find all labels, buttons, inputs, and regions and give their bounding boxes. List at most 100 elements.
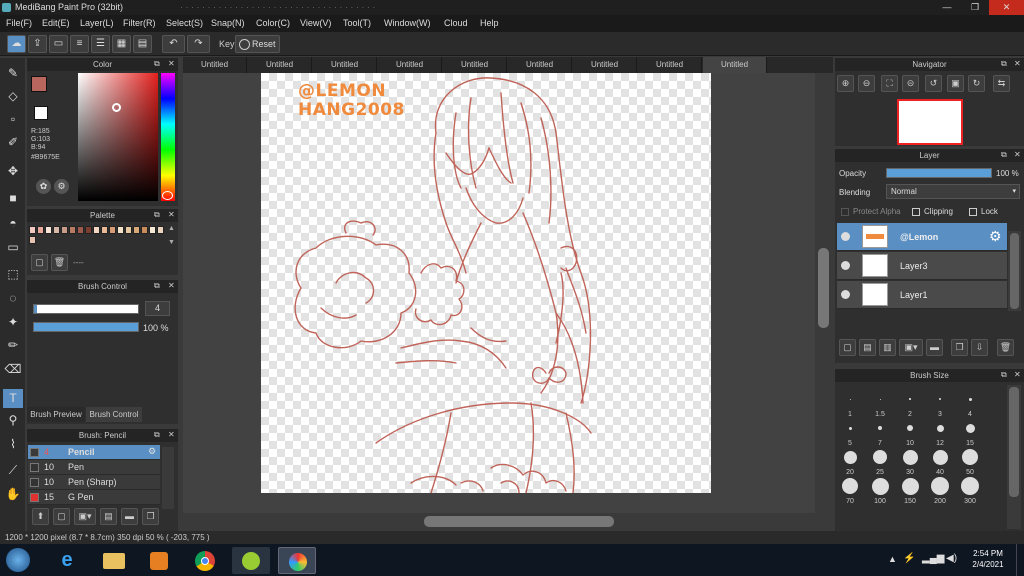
- tab-untitled-9[interactable]: Untitled: [703, 57, 767, 73]
- brush-size-option[interactable]: 150: [895, 475, 925, 505]
- brush-size-option[interactable]: 40: [925, 446, 955, 476]
- palette-swatch[interactable]: [37, 226, 44, 234]
- visibility-eye-icon[interactable]: [841, 290, 850, 299]
- tray-network-icon[interactable]: ⚡: [903, 553, 915, 564]
- brush-size-scrollbar[interactable]: [1007, 385, 1021, 529]
- show-desktop-button[interactable]: [1016, 544, 1024, 576]
- palette-swatch[interactable]: [117, 226, 124, 234]
- menu-filter[interactable]: Filter(R): [123, 18, 156, 28]
- panel-close-icon[interactable]: ✕: [168, 210, 175, 219]
- palette-swatch[interactable]: [29, 226, 36, 234]
- menu-snap[interactable]: Snap(N): [211, 18, 245, 28]
- blending-select[interactable]: Normal ▾: [886, 184, 1020, 199]
- tab-untitled-4[interactable]: Untitled: [378, 57, 442, 73]
- document-icon[interactable]: ≡: [70, 35, 89, 53]
- brush-size-option[interactable]: 200: [925, 475, 955, 505]
- brush-size-option[interactable]: 10: [895, 417, 925, 447]
- tab-untitled-2[interactable]: Untitled: [248, 57, 312, 73]
- delete-palette-icon[interactable]: 🗑: [51, 254, 68, 271]
- delete-layer-icon[interactable]: 🗑: [997, 339, 1014, 356]
- menu-edit[interactable]: Edit(E): [42, 18, 70, 28]
- palette-swatch[interactable]: [125, 226, 132, 234]
- brush-item-pen[interactable]: 10 Pen: [28, 460, 160, 475]
- brush-menu-icon[interactable]: ▣▾: [74, 508, 96, 525]
- duplicate-layer-icon[interactable]: ❐: [951, 339, 968, 356]
- palette-swatch[interactable]: [77, 226, 84, 234]
- lasso-tool-icon[interactable]: ◌: [3, 289, 23, 308]
- palette-swatch[interactable]: [85, 226, 92, 234]
- menu-help[interactable]: Help: [480, 18, 499, 28]
- palette-swatch[interactable]: [101, 226, 108, 234]
- menu-file[interactable]: File(F): [6, 18, 32, 28]
- tab-brush-preview[interactable]: Brush Preview: [27, 407, 85, 422]
- canvas-area[interactable]: @LEMON HANG2008: [183, 73, 833, 531]
- gear-icon[interactable]: ⚙: [148, 446, 156, 457]
- vertical-scroll-thumb[interactable]: [818, 248, 829, 328]
- comment-icon[interactable]: ▭: [49, 35, 68, 53]
- menu-color[interactable]: Color(C): [256, 18, 290, 28]
- share-icon[interactable]: ⇪: [28, 35, 47, 53]
- brush-size-option[interactable]: 100: [865, 475, 895, 505]
- tab-brush-control[interactable]: Brush Control: [86, 407, 142, 422]
- layer-row-lemon[interactable]: @Lemon ⚙: [837, 223, 1007, 251]
- start-button[interactable]: [6, 548, 30, 572]
- gradient-tool-icon[interactable]: ▭: [3, 238, 23, 257]
- reset-view-icon[interactable]: ▣: [947, 75, 964, 92]
- brush-tool-icon[interactable]: ✎: [3, 64, 23, 83]
- new-layer-8bit-icon[interactable]: ▤: [859, 339, 876, 356]
- brush-item-pencil[interactable]: 4 Pencil ⚙: [28, 445, 160, 460]
- palette-swatch[interactable]: [133, 226, 140, 234]
- layer-row-layer1[interactable]: Layer1: [837, 281, 1007, 309]
- saturation-value-picker[interactable]: [78, 73, 158, 201]
- panel-close-icon[interactable]: ✕: [168, 281, 175, 290]
- brush-size-option[interactable]: 20: [835, 446, 865, 476]
- menu-window[interactable]: Window(W): [384, 18, 431, 28]
- brush-opacity-slider[interactable]: [33, 322, 139, 332]
- secondary-color-swatch[interactable]: [34, 106, 48, 120]
- magic-wand-icon[interactable]: ✦: [3, 313, 23, 332]
- duplicate-brush-icon[interactable]: ❐: [142, 508, 159, 525]
- clipping-checkbox[interactable]: [912, 208, 920, 216]
- palette-swatch[interactable]: [61, 226, 68, 234]
- brush-size-value[interactable]: 4: [145, 301, 170, 316]
- brush-size-scroll-thumb[interactable]: [1009, 387, 1019, 497]
- brush-size-option[interactable]: 15: [955, 417, 985, 447]
- tray-chevron-icon[interactable]: ▲: [888, 554, 897, 564]
- brush-size-option[interactable]: 5: [835, 417, 865, 447]
- panel-close-icon[interactable]: ✕: [1014, 150, 1021, 159]
- visibility-eye-icon[interactable]: [841, 232, 850, 241]
- palette-swatch[interactable]: [69, 226, 76, 234]
- tray-clock[interactable]: 2:54 PM 2/4/2021: [966, 548, 1010, 570]
- chrome-icon[interactable]: [186, 547, 224, 574]
- panel-close-icon[interactable]: ✕: [168, 430, 175, 439]
- layer-row-layer3[interactable]: Layer3: [837, 252, 1007, 280]
- palette-swatch[interactable]: [29, 236, 36, 244]
- tab-untitled-8[interactable]: Untitled: [638, 57, 702, 73]
- tab-untitled-6[interactable]: Untitled: [508, 57, 572, 73]
- select-tool-icon[interactable]: ⬚: [3, 265, 23, 284]
- palette-swatch[interactable]: [93, 226, 100, 234]
- close-button[interactable]: ✕: [989, 0, 1024, 15]
- color-settings-icon[interactable]: ⚙: [54, 179, 69, 194]
- hue-cursor[interactable]: [162, 191, 173, 200]
- select-pen-icon[interactable]: ✏: [3, 336, 23, 355]
- panel-float-icon[interactable]: ⧉: [154, 281, 160, 291]
- new-layer-icon[interactable]: ▢: [839, 339, 856, 356]
- tray-signal-icon[interactable]: ▂▄▆: [922, 553, 944, 564]
- fill-tool-icon[interactable]: ◓: [3, 214, 23, 233]
- panel-float-icon[interactable]: ⧉: [1001, 150, 1007, 160]
- palette-scroll-up[interactable]: ▲: [168, 225, 175, 232]
- brush-size-option[interactable]: 30: [895, 446, 925, 476]
- navigator-thumbnail[interactable]: [897, 99, 963, 145]
- new-palette-icon[interactable]: ▢: [31, 254, 48, 271]
- palette-swatch[interactable]: [53, 226, 60, 234]
- eraser-tool-icon[interactable]: ◇: [3, 87, 23, 106]
- canvas-vertical-scrollbar[interactable]: [815, 73, 833, 513]
- brush-size-slider[interactable]: [33, 304, 139, 314]
- brush-size-option[interactable]: 70: [835, 475, 865, 505]
- tab-untitled-5[interactable]: Untitled: [443, 57, 507, 73]
- hue-slider[interactable]: [161, 73, 175, 201]
- menu-view[interactable]: View(V): [300, 18, 331, 28]
- rotate-right-icon[interactable]: ↻: [968, 75, 985, 92]
- text-tool-icon[interactable]: T: [3, 389, 23, 408]
